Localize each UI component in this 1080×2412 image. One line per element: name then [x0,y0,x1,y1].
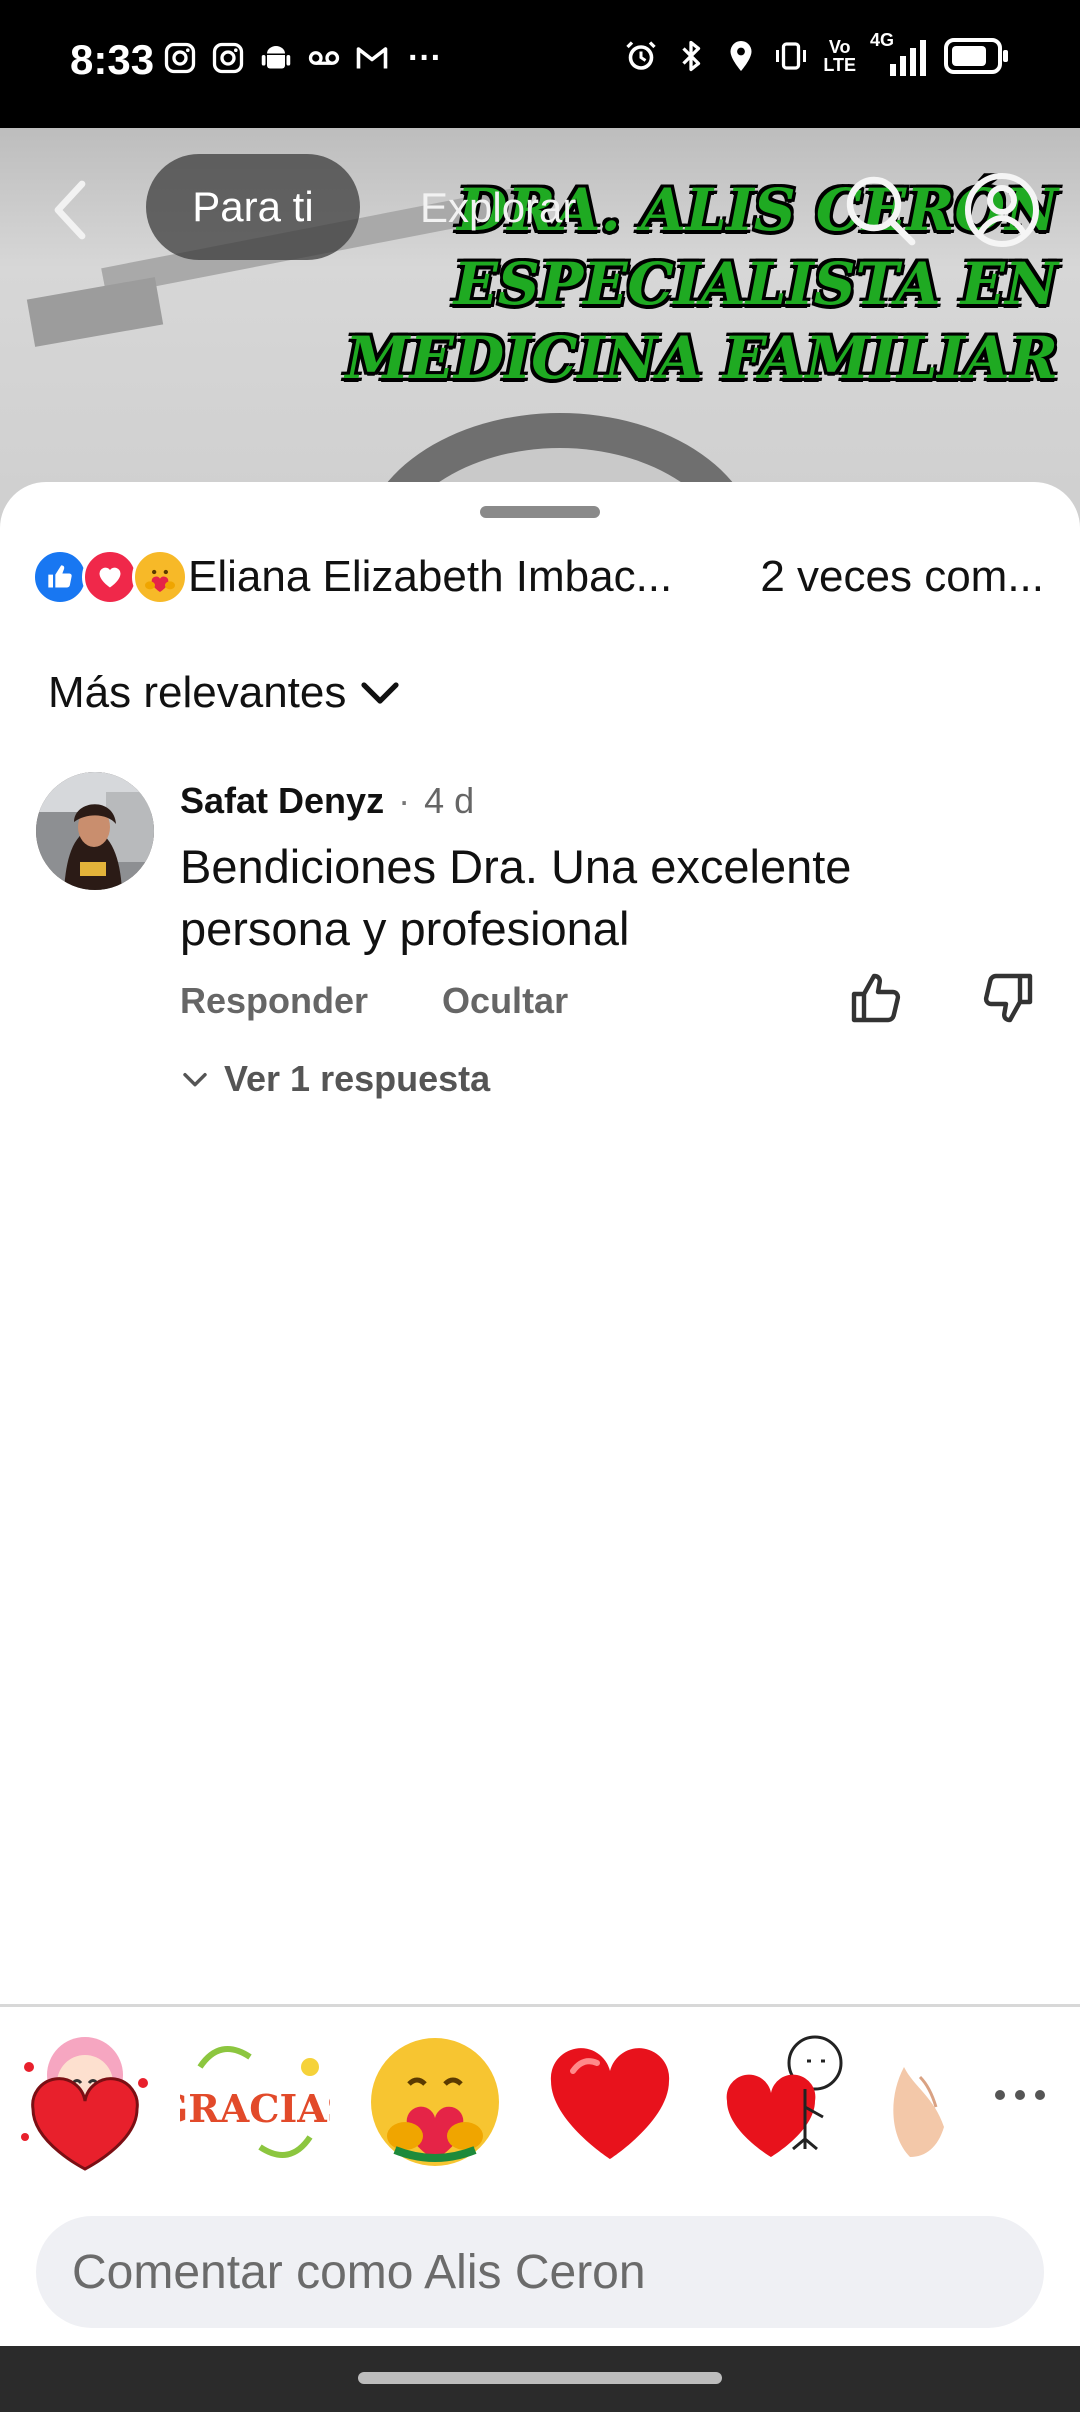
overlay-line: ESPECIALISTA EN [453,250,1058,318]
comment-actions: Responder Ocultar [180,980,568,1022]
hide-button[interactable]: Ocultar [442,980,568,1022]
sheet-drag-handle[interactable] [480,506,600,518]
girl-heart-sticker[interactable] [10,2022,160,2182]
battery-icon [944,38,1008,74]
gracias-sticker-text: GRACIAS [180,2086,330,2131]
comment-header: Safat Denyz · 4 d [180,780,474,822]
reactors-names[interactable]: Eliana Elizabeth Imbac... [188,552,708,602]
gracias-sticker[interactable]: GRACIAS [180,2022,330,2182]
search-icon[interactable] [840,170,920,250]
alarm-icon [626,41,656,70]
hands-sticker[interactable] [880,2022,960,2182]
volte-label: Vo [828,37,851,57]
reply-button[interactable]: Responder [180,980,368,1022]
more-notifications-icon: ··· [408,39,442,77]
view-replies-button[interactable]: Ver 1 respuesta [180,1058,490,1100]
reactions-summary[interactable]: Eliana Elizabeth Imbac... 2 veces com... [32,544,1052,610]
sort-label: Más relevantes [48,668,347,717]
separator: · [398,780,411,821]
signal-icon: 4G [870,30,930,76]
bluetooth-icon [682,40,701,72]
home-gesture-handle[interactable] [358,2372,722,2384]
sticker-suggestions: GRACIAS [0,2022,1080,2182]
video-background[interactable]: DRA. ALIS CERÓN ESPECIALISTA EN MEDICINA… [0,128,1080,528]
video-scene-detail [26,277,164,347]
overlay-line: MEDICINA FAMILIAR [345,324,1058,392]
comment-input[interactable]: Comentar como Alis Ceron [36,2216,1044,2328]
red-heart-sticker[interactable] [535,2022,685,2182]
tab-para-ti[interactable]: Para ti [146,154,360,260]
gmail-icon [356,47,388,69]
view-replies-label: Ver 1 respuesta [224,1058,491,1099]
man-heart-sticker[interactable] [710,2022,860,2182]
comment-input-placeholder: Comentar como Alis Ceron [72,2245,646,2299]
system-status-icons: Vo LTE 4G [623,30,1010,76]
care-emoji-sticker[interactable] [360,2022,510,2182]
chevron-left-icon [54,180,86,240]
voicemail-icon [308,51,340,65]
love-icon [82,549,138,605]
care-icon [132,549,188,605]
thumbs-down-icon[interactable] [978,968,1038,1028]
more-options-icon[interactable] [990,2080,1050,2110]
tab-explorar[interactable]: Explorar [420,184,576,232]
back-button[interactable] [40,168,100,252]
shares-count[interactable]: 2 veces com... [760,552,1044,602]
comments-sheet: Eliana Elizabeth Imbac... 2 veces com...… [0,482,1080,2346]
profile-icon[interactable] [962,170,1042,250]
system-navigation-bar [0,2346,1080,2412]
instagram-icon [164,42,196,74]
lte-label: LTE [823,55,856,75]
instagram-icon [212,42,244,74]
location-icon [730,41,752,71]
volte-indicator: Vo LTE [823,38,856,74]
chevron-down-icon [361,682,399,704]
reaction-icons [32,549,188,605]
status-bar: 8:33 ··· Vo LTE 4G [0,0,1080,128]
avatar[interactable] [36,772,154,890]
comment-text: Bendiciones Dra. Una excelente persona y… [180,840,852,955]
divider [0,2004,1080,2007]
notification-icons: ··· [162,40,442,76]
comment-author[interactable]: Safat Denyz [180,780,384,822]
status-time: 8:33 [70,36,155,83]
android-icon [261,46,291,69]
chevron-down-icon [183,1073,207,1087]
vibrate-icon [776,42,807,70]
comment-time: 4 d [424,780,475,821]
sort-dropdown[interactable]: Más relevantes [48,668,400,718]
thumbs-up-icon[interactable] [846,968,906,1028]
like-icon [32,549,88,605]
